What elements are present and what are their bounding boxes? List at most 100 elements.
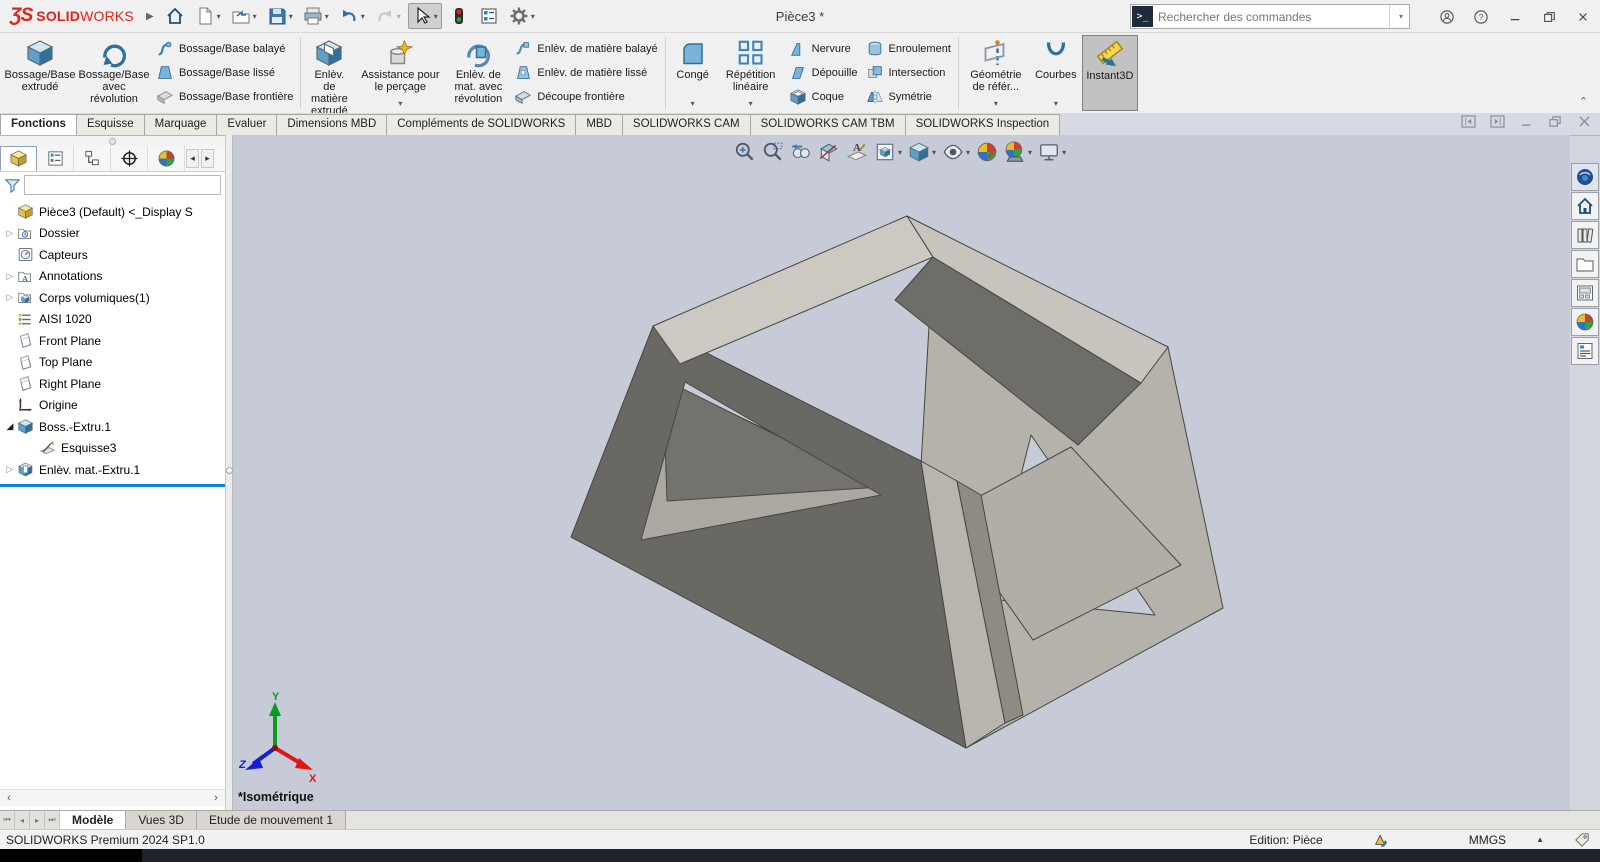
tree-item-boss-extru-1[interactable]: ◢Boss.-Extru.1 xyxy=(0,416,225,438)
help-icon[interactable]: ? xyxy=(1464,3,1498,31)
task-pane-tab-home-tab[interactable] xyxy=(1571,192,1599,220)
open-button[interactable]: ▾ xyxy=(228,3,260,29)
panel-splitter-grip[interactable] xyxy=(0,136,225,146)
hide-show-items-button[interactable]: ▾ xyxy=(941,140,971,164)
tab-mbd[interactable]: MBD xyxy=(575,114,623,135)
ribbon-button-loft[interactable]: Bossage/Base lissé xyxy=(156,62,293,84)
expand-arrow-icon[interactable]: ▷ xyxy=(3,271,17,282)
scroll-right-icon[interactable]: › xyxy=(207,792,225,804)
status-units[interactable]: MMGS xyxy=(1469,833,1506,847)
status-expand-icon[interactable]: ▲ xyxy=(1536,835,1544,844)
tree-item-front-plane[interactable]: Front Plane xyxy=(0,330,225,352)
tree-item-esquisse3[interactable]: Esquisse3 xyxy=(0,438,225,460)
expand-arrow-icon[interactable]: ▷ xyxy=(3,228,17,239)
ribbon-button-cutrevolve[interactable]: Enlèv. de mat. avec révolution xyxy=(446,35,510,111)
task-pane-tab-design-library[interactable] xyxy=(1571,221,1599,249)
display-style-button[interactable]: ▾ xyxy=(907,140,937,164)
ribbon-collapse-chevron-icon[interactable]: ⌃ xyxy=(1579,95,1588,108)
search-magnifier-icon[interactable]: ▾ xyxy=(1389,5,1409,28)
tree-item-top-plane[interactable]: Top Plane xyxy=(0,352,225,374)
pane-left-icon[interactable] xyxy=(1461,115,1476,128)
task-pane-tab-custom-properties[interactable] xyxy=(1571,337,1599,365)
panel-tab-part-tree[interactable] xyxy=(0,146,37,171)
ribbon-button-curves[interactable]: Courbes▾ xyxy=(1030,35,1082,111)
edit-appearance-button[interactable] xyxy=(975,140,999,164)
task-pane-tab-file-explorer[interactable] xyxy=(1571,250,1599,278)
ribbon-button-wizard[interactable]: Assistance pour le perçage▾ xyxy=(354,35,446,111)
panel-tab-properties-list[interactable] xyxy=(37,146,74,171)
panel-tab-configurations[interactable] xyxy=(74,146,111,171)
panel-tabs-scroll-right-icon[interactable]: ▸ xyxy=(201,149,214,168)
tab-compl-ments-de-solidworks[interactable]: Compléments de SOLIDWORKS xyxy=(386,114,576,135)
zoom-area-button[interactable] xyxy=(761,140,785,164)
annotation-view-button[interactable]: A xyxy=(845,140,869,164)
bottom-tab-mod-le[interactable]: Modèle xyxy=(60,811,126,829)
tree-item-capteurs[interactable]: Capteurs xyxy=(0,244,225,266)
tree-item-enl-v-mat-extru-1[interactable]: ▷Enlèv. mat.-Extru.1 xyxy=(0,459,225,481)
panel-horizontal-scrollbar[interactable]: ‹ › xyxy=(0,789,225,806)
tree-filter-input[interactable] xyxy=(24,175,221,195)
dropdown-arrow-icon[interactable]: ▾ xyxy=(749,98,753,110)
ribbon-button-pattern[interactable]: Répétition linéaire▾ xyxy=(717,35,785,111)
minimize-icon[interactable] xyxy=(1498,3,1532,31)
tab-solidworks-cam-tbm[interactable]: SOLIDWORKS CAM TBM xyxy=(750,114,906,135)
expand-arrow-icon[interactable]: ▷ xyxy=(3,464,17,475)
tree-item-dossier[interactable]: ▷Dossier xyxy=(0,223,225,245)
ribbon-button-refgeo[interactable]: Géométrie de référ...▾ xyxy=(962,35,1030,111)
tab-solidworks-inspection[interactable]: SOLIDWORKS Inspection xyxy=(905,114,1061,135)
ribbon-button-cutsweep[interactable]: Enlèv. de matière balayé xyxy=(514,38,657,60)
task-pane-tab-solidworks-resources[interactable] xyxy=(1571,163,1599,191)
previous-view-button[interactable] xyxy=(789,140,813,164)
ribbon-button-rib[interactable]: Nervure xyxy=(789,38,858,60)
doc-close-icon[interactable] xyxy=(1577,115,1592,128)
save-button[interactable]: ▾ xyxy=(264,3,296,29)
sheet-nav-3[interactable]: ⏭ xyxy=(45,811,60,829)
sheet-nav-1[interactable]: ◂ xyxy=(15,811,30,829)
tag-icon[interactable] xyxy=(1574,832,1590,848)
rollback-bar[interactable] xyxy=(0,484,225,487)
home-button[interactable] xyxy=(162,3,188,29)
expand-arrow-icon[interactable]: ◢ xyxy=(3,421,17,432)
tree-item-annotations[interactable]: ▷AAnnotations xyxy=(0,266,225,288)
ribbon-button-revolve[interactable]: Bossage/Base avec révolution xyxy=(76,35,152,111)
expand-arrow-icon[interactable]: ▷ xyxy=(3,292,17,303)
tab-esquisse[interactable]: Esquisse xyxy=(76,114,145,135)
restore-icon[interactable] xyxy=(1532,3,1566,31)
panel-viewport-splitter[interactable] xyxy=(225,135,233,810)
ribbon-button-draft[interactable]: Dépouille xyxy=(789,62,858,84)
bottom-tab-vues-3d[interactable]: Vues 3D xyxy=(126,811,197,829)
doc-minimize-icon[interactable] xyxy=(1519,115,1534,128)
ribbon-button-mirror[interactable]: Symétrie xyxy=(866,86,951,108)
performance-traffic-light-button[interactable] xyxy=(446,3,472,29)
panel-tab-display-manager[interactable] xyxy=(148,146,185,171)
graphics-viewport[interactable]: A▾▾▾▾▾ Y X Z *Isométrique xyxy=(233,135,1570,810)
tree-item-corps-volumiques-1-[interactable]: ▷Corps volumiques(1) xyxy=(0,287,225,309)
view-settings-button[interactable]: ▾ xyxy=(1037,140,1067,164)
pane-right-icon[interactable] xyxy=(1490,115,1505,128)
dropdown-arrow-icon[interactable]: ▾ xyxy=(398,98,402,110)
zoom-fit-button[interactable] xyxy=(733,140,757,164)
ribbon-button-boundary[interactable]: Bossage/Base frontière xyxy=(156,86,293,108)
tree-item-right-plane[interactable]: Right Plane xyxy=(0,373,225,395)
menu-flyout-arrow-icon[interactable]: ▶ xyxy=(146,11,154,22)
ribbon-button-cutboundary[interactable]: Découpe frontière xyxy=(514,86,657,108)
ribbon-button-extrude[interactable]: Bossage/Base extrudé xyxy=(4,35,76,111)
command-search[interactable]: >_ ▾ xyxy=(1130,4,1410,29)
user-icon[interactable] xyxy=(1430,3,1464,31)
tab-dimensions-mbd[interactable]: Dimensions MBD xyxy=(276,114,387,135)
view-orientation-button[interactable]: ▾ xyxy=(873,140,903,164)
ribbon-button-sweep[interactable]: Bossage/Base balayé xyxy=(156,38,293,60)
tab-fonctions[interactable]: Fonctions xyxy=(0,114,77,135)
ribbon-button-shell[interactable]: Coque xyxy=(789,86,858,108)
ribbon-button-cutextrude[interactable]: Enlèv. de matière extrudé xyxy=(304,35,354,111)
tab-evaluer[interactable]: Evaluer xyxy=(216,114,277,135)
tree-item-origine[interactable]: Origine xyxy=(0,395,225,417)
apply-scene-button[interactable]: ▾ xyxy=(1003,140,1033,164)
print-button[interactable]: ▾ xyxy=(300,3,332,29)
ribbon-button-fillet[interactable]: Congé▾ xyxy=(669,35,717,111)
section-view-button[interactable] xyxy=(817,140,841,164)
gear-button[interactable]: ▾ xyxy=(506,3,538,29)
sheet-nav-2[interactable]: ▸ xyxy=(30,811,45,829)
ribbon-button-cutloft[interactable]: Enlèv. de matière lissé xyxy=(514,62,657,84)
undo-button[interactable]: ▾ xyxy=(336,3,368,29)
